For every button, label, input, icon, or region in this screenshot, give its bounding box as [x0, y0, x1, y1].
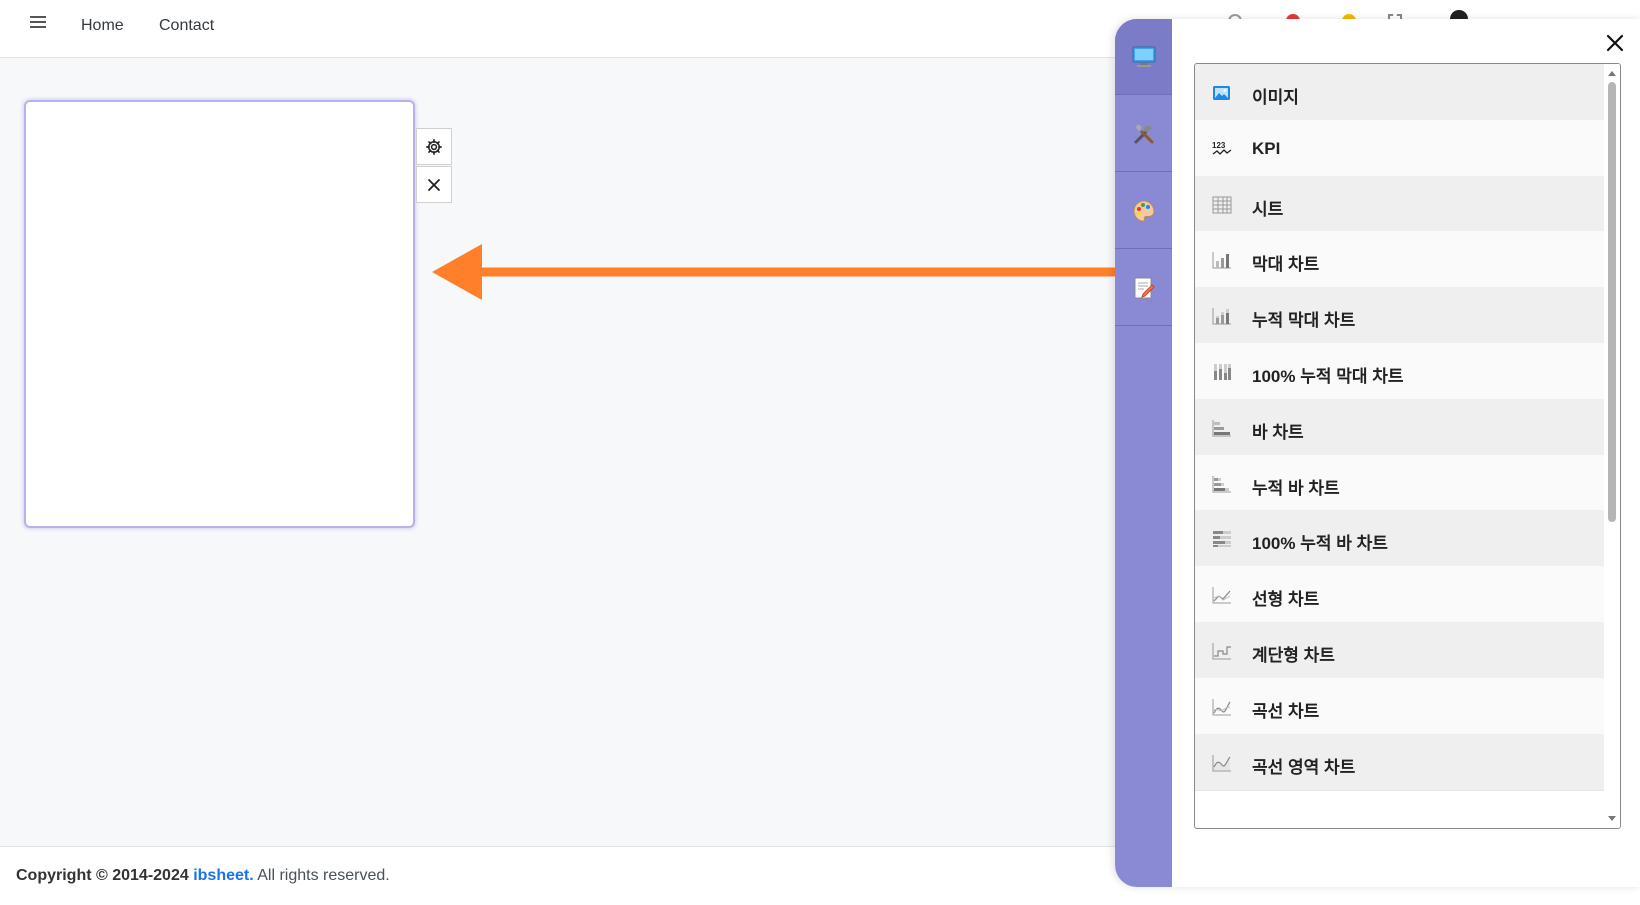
palette-icon	[1132, 199, 1155, 222]
nav-contact-link[interactable]: Contact	[159, 17, 214, 35]
widget-type-label: 계단형 차트	[1252, 646, 1335, 665]
widget-picker-panel: 이미지 123 KPI 시트막대 차트누적 막대 차트 100% 누적 막대 차트바 차…	[1115, 19, 1640, 887]
widget-type-label: 누적 막대 차트	[1252, 311, 1356, 331]
copyright-text: Copyright © 2014-2024	[16, 867, 189, 884]
widget-type-label: 막대 차트	[1252, 255, 1320, 275]
spline-area-chart-icon	[1212, 754, 1231, 772]
widget-type-label: 바 차트	[1252, 422, 1304, 442]
widget-type-label: 100% 누적 바 차트	[1252, 534, 1388, 554]
percent-stacked-horizontal-bar-chart-icon	[1213, 531, 1231, 548]
empty-widget-card[interactable]	[24, 100, 415, 528]
line-chart-icon	[1212, 587, 1231, 604]
widget-type-item[interactable]: 누적 막대 차트	[1195, 287, 1604, 345]
hamburger-icon[interactable]	[30, 16, 46, 30]
image-icon	[1213, 86, 1230, 100]
widget-type-item[interactable]: 100% 누적 막대 차트	[1195, 343, 1604, 400]
widget-type-label: 누적 바 차트	[1252, 478, 1340, 498]
widget-type-item[interactable]: 100% 누적 바 차트	[1195, 510, 1604, 568]
nav-home-link[interactable]: Home	[81, 17, 124, 35]
widget-type-item[interactable]: 계단형 차트	[1195, 622, 1604, 679]
rail-tab-edit[interactable]	[1115, 250, 1172, 326]
widget-type-label: 시트	[1252, 199, 1284, 219]
panel-tab-rail	[1115, 19, 1172, 887]
rights-text: All rights reserved.	[257, 867, 390, 884]
bar-chart-icon	[1212, 252, 1231, 269]
widget-type-item[interactable]: 누적 바 차트	[1195, 454, 1604, 512]
rail-tab-widgets[interactable]	[1115, 19, 1172, 95]
widget-close-button[interactable]	[416, 166, 452, 203]
svg-text:123: 123	[1212, 141, 1226, 150]
tools-icon	[1134, 124, 1153, 143]
widget-type-label: KPI	[1252, 138, 1281, 158]
widget-type-list: 이미지 123 KPI 시트막대 차트누적 막대 차트 100% 누적 막대 차트바 차…	[1194, 63, 1621, 829]
widget-type-item[interactable]: 바 차트	[1195, 398, 1604, 456]
edit-document-icon	[1134, 277, 1155, 298]
widget-type-item[interactable]: 123 KPI	[1195, 119, 1604, 177]
close-icon	[428, 178, 440, 191]
widget-type-label: 곡선 영역 차트	[1252, 757, 1356, 777]
kpi-icon: 123	[1212, 141, 1232, 155]
grid-icon	[1212, 196, 1232, 214]
panel-close-button[interactable]	[1603, 31, 1627, 55]
list-scrollbar-thumb[interactable]	[1608, 82, 1616, 522]
widget-type-item[interactable]: 막대 차트	[1195, 231, 1604, 289]
widget-type-item[interactable]: 곡선 차트	[1195, 677, 1604, 735]
spline-chart-icon	[1212, 698, 1231, 716]
stacked-horizontal-bar-chart-icon	[1212, 475, 1231, 493]
horizontal-bar-chart-icon	[1212, 419, 1231, 437]
widget-type-label: 100% 누적 막대 차트	[1252, 367, 1404, 386]
scroll-up-arrow[interactable]	[1606, 68, 1618, 78]
percent-stacked-bar-chart-icon	[1214, 364, 1231, 380]
brand-link[interactable]: ibsheet.	[193, 867, 253, 884]
widget-settings-button[interactable]	[416, 128, 452, 165]
widget-type-label: 이미지	[1252, 88, 1299, 107]
scroll-down-arrow[interactable]	[1606, 814, 1618, 824]
monitor-icon	[1132, 46, 1155, 67]
footer-copyright: Copyright © 2014-2024 ibsheet. All right…	[16, 867, 390, 885]
widget-type-item[interactable]: 시트	[1195, 175, 1604, 233]
widget-type-label: 선형 차트	[1252, 590, 1320, 610]
widget-type-label: 곡선 차트	[1252, 701, 1320, 721]
stacked-bar-chart-icon	[1212, 308, 1231, 325]
gear-icon	[426, 138, 442, 155]
rail-tab-tools[interactable]	[1115, 96, 1172, 172]
step-chart-icon	[1212, 643, 1231, 660]
widget-type-item[interactable]: 선형 차트	[1195, 566, 1604, 624]
rail-tab-theme[interactable]	[1115, 173, 1172, 249]
widget-type-item[interactable]: 곡선 영역 차트	[1195, 733, 1604, 791]
widget-type-item[interactable]: 이미지	[1195, 64, 1604, 121]
